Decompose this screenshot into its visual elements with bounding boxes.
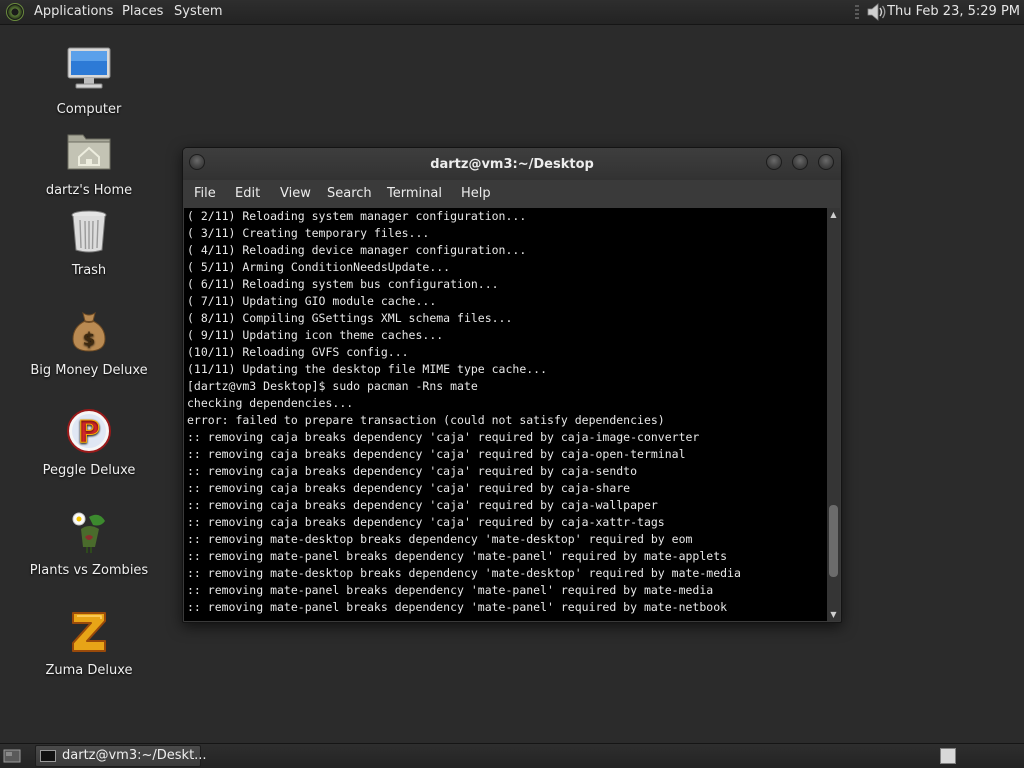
terminal-line: :: removing mate-desktop breaks dependen…	[187, 566, 741, 580]
terminal-line: :: removing caja breaks dependency 'caja…	[187, 447, 686, 461]
desktop-icon-label: dartz's Home	[45, 183, 133, 198]
scrollbar-thumb[interactable]	[829, 505, 838, 577]
terminal-line: :: removing caja breaks dependency 'caja…	[187, 464, 638, 478]
menu-terminal[interactable]: Terminal	[387, 180, 442, 208]
computer-icon	[67, 47, 111, 89]
scroll-down-arrow-icon[interactable]: ▼	[827, 608, 840, 621]
window-title: dartz@vm3:~/Desktop	[430, 157, 594, 172]
menu-help[interactable]: Help	[461, 180, 491, 208]
show-desktop-icon[interactable]	[3, 748, 21, 764]
trash-icon	[71, 210, 107, 253]
workspace-switcher[interactable]	[940, 748, 956, 764]
maximize-button[interactable]	[792, 154, 808, 170]
terminal-line: :: removing caja breaks dependency 'caja…	[187, 498, 658, 512]
menu-edit[interactable]: Edit	[235, 180, 260, 208]
terminal-line: :: removing caja breaks dependency 'caja…	[187, 481, 631, 495]
desktop-icon-big-money[interactable]: $ Big Money Deluxe	[24, 307, 154, 378]
menu-file[interactable]: File	[194, 180, 216, 208]
window-titlebar[interactable]: dartz@vm3:~/Desktop	[183, 148, 841, 180]
distro-logo-icon[interactable]	[6, 3, 24, 21]
desktop-icon-label: Zuma Deluxe	[45, 663, 133, 678]
system-menu[interactable]: System	[174, 0, 222, 24]
taskbar-button-label: dartz@vm3:~/Deskt...	[62, 748, 207, 763]
terminal-line: error: failed to prepare transaction (co…	[187, 413, 665, 427]
desktop-icon-label: Peggle Deluxe	[42, 463, 136, 478]
close-button[interactable]	[818, 154, 834, 170]
desktop-icon-label: Trash	[71, 263, 107, 278]
places-menu[interactable]: Places	[122, 0, 163, 24]
desktop-icon-trash[interactable]: Trash	[24, 207, 154, 278]
money-bag-icon: $	[72, 311, 106, 352]
peggle-icon: P	[67, 409, 111, 453]
terminal-line: (10/11) Reloading GVFS config...	[187, 345, 409, 359]
desktop-icon-home[interactable]: dartz's Home	[24, 127, 154, 198]
terminal-line: :: removing mate-desktop breaks dependen…	[187, 532, 693, 546]
terminal-scrollbar[interactable]: ▲ ▼	[827, 208, 840, 621]
plants-vs-zombies-icon	[72, 512, 105, 553]
zuma-icon	[72, 612, 106, 652]
terminal-line: ( 7/11) Updating GIO module cache...	[187, 294, 437, 308]
svg-text:P: P	[78, 415, 100, 450]
desktop-icon-label: Plants vs Zombies	[29, 563, 149, 578]
menu-search[interactable]: Search	[327, 180, 372, 208]
top-panel: Applications Places System Thu Feb 23, 5…	[0, 0, 1024, 25]
scroll-up-arrow-icon[interactable]: ▲	[827, 208, 840, 221]
terminal-line: ( 4/11) Reloading device manager configu…	[187, 243, 527, 257]
terminal-line: :: removing mate-panel breaks dependency…	[187, 549, 728, 563]
clock[interactable]: Thu Feb 23, 5:29 PM	[887, 0, 1020, 24]
terminal-lines: ( 2/11) Reloading system manager configu…	[184, 208, 827, 616]
terminal-line: ( 2/11) Reloading system manager configu…	[187, 209, 527, 223]
terminal-line: ( 3/11) Creating temporary files...	[187, 226, 430, 240]
terminal-line: [dartz@vm3 Desktop]$ sudo pacman -Rns ma…	[187, 379, 478, 393]
terminal-output[interactable]: ( 2/11) Reloading system manager configu…	[184, 208, 827, 621]
terminal-line: :: removing mate-panel breaks dependency…	[187, 600, 728, 614]
desktop-icon-peggle[interactable]: P Peggle Deluxe	[24, 407, 154, 478]
terminal-line: (11/11) Updating the desktop file MIME t…	[187, 362, 548, 376]
terminal-line: ( 9/11) Updating icon theme caches...	[187, 328, 444, 342]
terminal-line: :: removing mate-panel breaks dependency…	[187, 583, 714, 597]
desktop-icon-computer[interactable]: Computer	[24, 46, 154, 117]
volume-icon[interactable]	[866, 2, 888, 22]
terminal-window: dartz@vm3:~/Desktop File Edit View Searc…	[182, 147, 842, 623]
bottom-panel: dartz@vm3:~/Deskt...	[0, 743, 1024, 768]
terminal-line: checking dependencies...	[187, 396, 354, 410]
terminal-line: ( 8/11) Compiling GSettings XML schema f…	[187, 311, 513, 325]
taskbar-terminal-button[interactable]: dartz@vm3:~/Deskt...	[35, 745, 207, 767]
terminal-icon	[40, 750, 56, 762]
minimize-button[interactable]	[766, 154, 782, 170]
desktop-icon-label: Computer	[56, 102, 122, 117]
terminal-line: :: removing caja breaks dependency 'caja…	[187, 430, 700, 444]
desktop-icon-plants-vs-zombies[interactable]: Plants vs Zombies	[24, 507, 154, 578]
applications-menu[interactable]: Applications	[34, 0, 113, 24]
menu-view[interactable]: View	[280, 180, 311, 208]
desktop-screen: Applications Places System Thu Feb 23, 5…	[0, 0, 1024, 768]
panel-drag-handle[interactable]	[855, 5, 859, 19]
terminal-line: :: removing caja breaks dependency 'caja…	[187, 515, 665, 529]
home-folder-icon	[67, 134, 111, 170]
terminal-line: ( 5/11) Arming ConditionNeedsUpdate...	[187, 260, 451, 274]
desktop-icon-label: Big Money Deluxe	[30, 363, 148, 378]
svg-text:$: $	[83, 329, 96, 350]
desktop-icon-zuma[interactable]: Zuma Deluxe	[24, 607, 154, 678]
terminal-line: ( 6/11) Reloading system bus configurati…	[187, 277, 499, 291]
terminal-menubar: File Edit View Search Terminal Help	[183, 180, 841, 208]
